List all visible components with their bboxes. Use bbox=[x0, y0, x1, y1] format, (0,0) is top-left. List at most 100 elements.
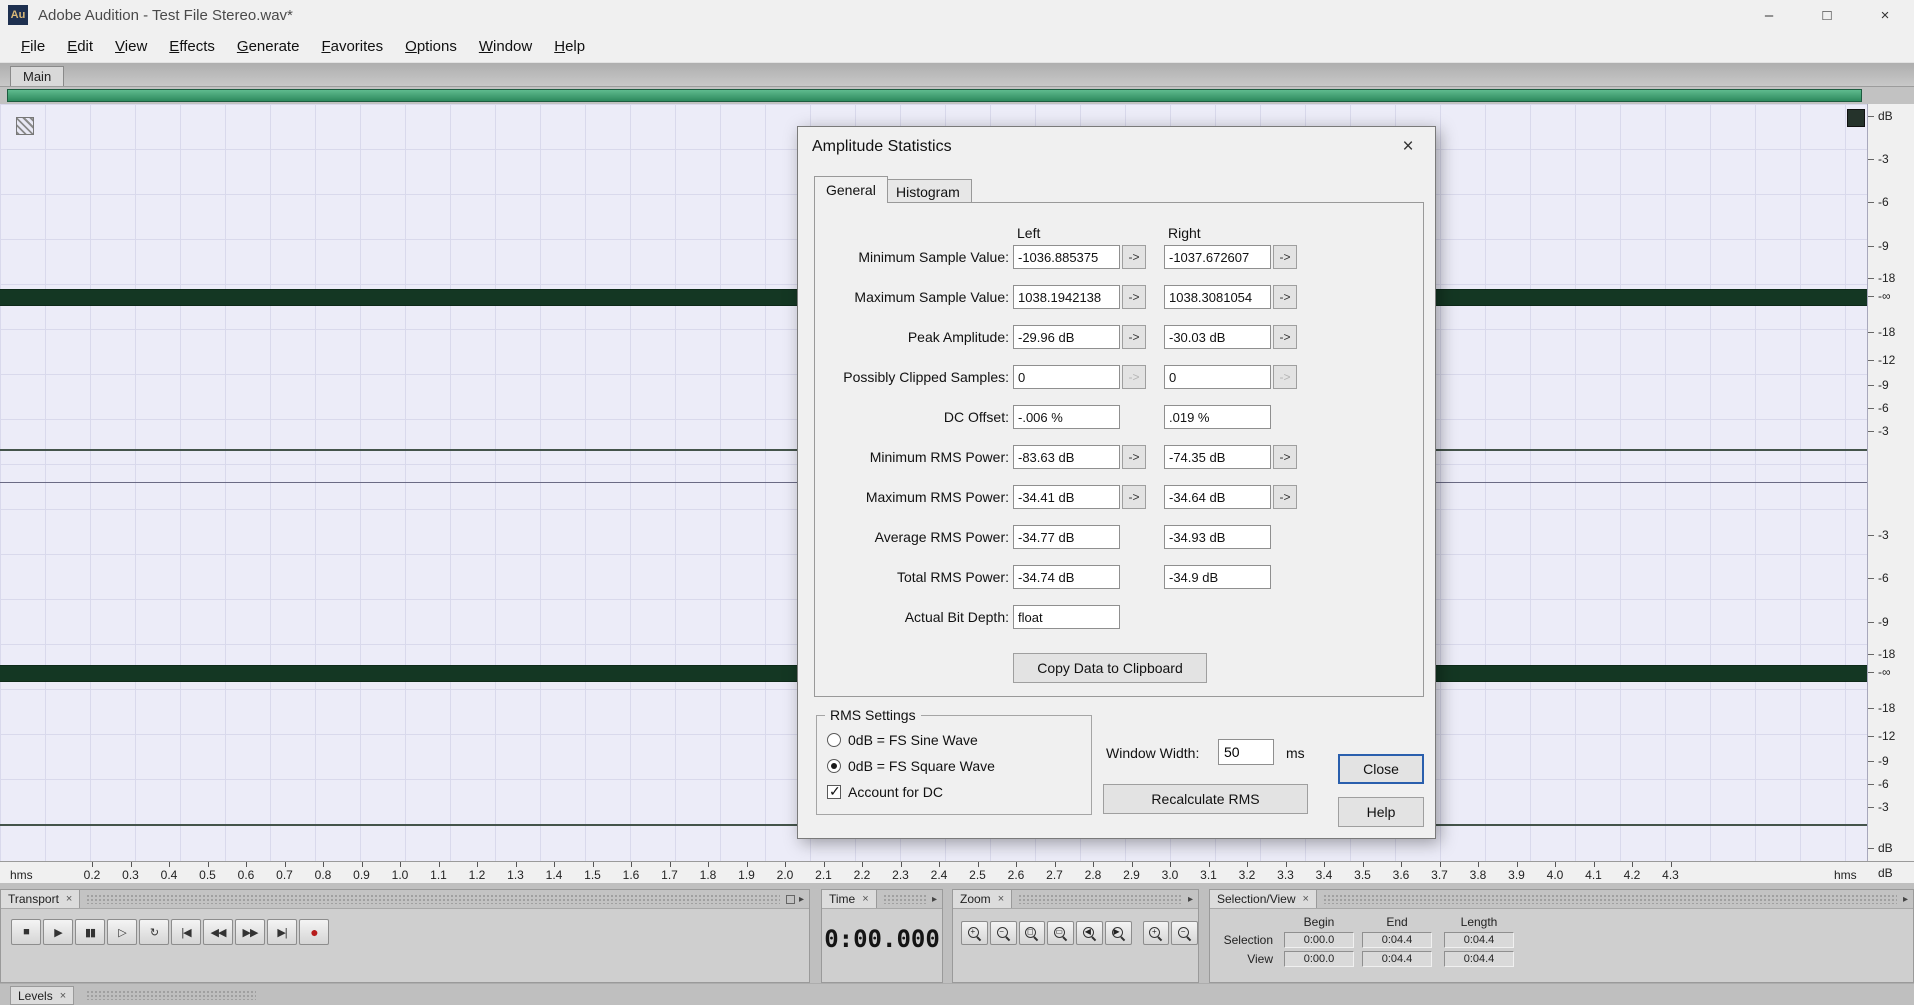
stat-value-left[interactable]: float bbox=[1013, 605, 1120, 629]
goto-arrow-button-right[interactable]: -> bbox=[1273, 445, 1297, 469]
goto-arrow-button-right[interactable]: -> bbox=[1273, 325, 1297, 349]
stat-value-right[interactable]: -30.03 dB bbox=[1164, 325, 1271, 349]
stat-value-right[interactable]: -34.64 dB bbox=[1164, 485, 1271, 509]
stat-value-left[interactable]: -.006 % bbox=[1013, 405, 1120, 429]
stat-value-right[interactable]: -34.9 dB bbox=[1164, 565, 1271, 589]
go-to-beginning-button[interactable]: |◀ bbox=[171, 919, 201, 945]
stat-value-left[interactable]: 1038.1942138 bbox=[1013, 285, 1120, 309]
panel-close-icon[interactable]: × bbox=[60, 990, 66, 1002]
view-end-value[interactable]: 0:04.4 bbox=[1362, 951, 1432, 967]
menu-effects[interactable]: Effects bbox=[158, 33, 226, 60]
zoom-in-right-edge-button[interactable]: ▶ bbox=[1105, 921, 1132, 945]
dialog-close-icon[interactable]: × bbox=[1393, 133, 1423, 161]
stat-value-right[interactable]: .019 % bbox=[1164, 405, 1271, 429]
zoom-in-horizontal-button[interactable]: + bbox=[961, 921, 988, 945]
tab-general[interactable]: General bbox=[814, 176, 888, 203]
goto-arrow-button-left[interactable]: -> bbox=[1122, 485, 1146, 509]
stat-value-left[interactable]: -34.74 dB bbox=[1013, 565, 1120, 589]
panel-drag-grip[interactable] bbox=[1018, 894, 1182, 904]
stat-value-left[interactable]: -34.41 dB bbox=[1013, 485, 1120, 509]
panel-menu-icon[interactable]: ▸ bbox=[1903, 894, 1908, 905]
rewind-button[interactable]: ◀◀ bbox=[203, 919, 233, 945]
dialog-close-button[interactable]: Close bbox=[1338, 754, 1424, 784]
menu-edit[interactable]: Edit bbox=[56, 33, 104, 60]
panel-menu-icon[interactable]: ▸ bbox=[932, 894, 937, 905]
window-width-input[interactable] bbox=[1218, 739, 1274, 765]
goto-arrow-button-right[interactable]: -> bbox=[1273, 485, 1297, 509]
goto-arrow-button-left[interactable]: -> bbox=[1122, 325, 1146, 349]
goto-arrow-button-right[interactable]: -> bbox=[1273, 285, 1297, 309]
view-length-value[interactable]: 0:04.4 bbox=[1444, 951, 1514, 967]
panel-menu-icon[interactable]: ▸ bbox=[1188, 894, 1193, 905]
panel-drag-grip[interactable] bbox=[1323, 894, 1897, 904]
zoom-to-selection-button[interactable]: ▭ bbox=[1047, 921, 1074, 945]
timeline-ruler[interactable]: hms hms 0.20.30.40.50.60.70.80.91.01.11.… bbox=[0, 861, 1868, 883]
fast-forward-button[interactable]: ▶▶ bbox=[235, 919, 265, 945]
zoom-out-full-button[interactable]: ◻ bbox=[1019, 921, 1046, 945]
menu-view[interactable]: View bbox=[104, 33, 158, 60]
recalculate-rms-button[interactable]: Recalculate RMS bbox=[1103, 784, 1308, 814]
record-button[interactable]: ● bbox=[299, 919, 329, 945]
transport-panel-tab[interactable]: Transport × bbox=[1, 890, 80, 908]
tab-histogram[interactable]: Histogram bbox=[884, 179, 972, 203]
copy-data-to-clipboard-button[interactable]: Copy Data to Clipboard bbox=[1013, 653, 1207, 683]
panel-close-icon[interactable]: × bbox=[66, 893, 72, 905]
stat-value-right[interactable]: 0 bbox=[1164, 365, 1271, 389]
panel-close-icon[interactable]: × bbox=[998, 893, 1004, 905]
close-icon[interactable]: × bbox=[1856, 0, 1914, 30]
selection-handle-top-right-icon[interactable] bbox=[1847, 109, 1865, 127]
view-begin-value[interactable]: 0:00.0 bbox=[1284, 951, 1354, 967]
panel-drag-grip[interactable] bbox=[86, 894, 780, 904]
stat-value-right[interactable]: 1038.3081054 bbox=[1164, 285, 1271, 309]
radio-fs-sine-wave[interactable]: 0dB = FS Sine Wave bbox=[827, 732, 978, 748]
selection-begin-value[interactable]: 0:00.0 bbox=[1284, 932, 1354, 948]
stat-value-right[interactable]: -34.93 dB bbox=[1164, 525, 1271, 549]
goto-arrow-button-right[interactable]: -> bbox=[1273, 365, 1297, 389]
radio-fs-square-wave[interactable]: 0dB = FS Square Wave bbox=[827, 758, 995, 774]
play-looped-button[interactable]: ↻ bbox=[139, 919, 169, 945]
stat-value-left[interactable]: -1036.885375 bbox=[1013, 245, 1120, 269]
checkbox-account-for-dc[interactable]: Account for DC bbox=[827, 784, 943, 800]
goto-arrow-button-left[interactable]: -> bbox=[1122, 365, 1146, 389]
zoom-out-vertical-button[interactable]: − bbox=[1171, 921, 1198, 945]
stat-value-left[interactable]: 0 bbox=[1013, 365, 1120, 389]
panel-menu-icon[interactable]: ▸ bbox=[799, 894, 804, 905]
levels-panel-tab[interactable]: Levels × bbox=[10, 986, 74, 1005]
panel-close-icon[interactable]: × bbox=[862, 893, 868, 905]
maximize-icon[interactable]: □ bbox=[1798, 0, 1856, 30]
menu-favorites[interactable]: Favorites bbox=[310, 33, 394, 60]
overview-navigator-bar[interactable] bbox=[7, 89, 1862, 102]
stat-value-right[interactable]: -74.35 dB bbox=[1164, 445, 1271, 469]
go-to-end-button[interactable]: ▶| bbox=[267, 919, 297, 945]
selection-length-value[interactable]: 0:04.4 bbox=[1444, 932, 1514, 948]
zoom-in-vertical-button[interactable]: + bbox=[1143, 921, 1170, 945]
panel-drag-grip[interactable] bbox=[86, 990, 256, 1000]
vertical-db-ruler[interactable]: dB-3-6-9-18-∞-18-12-9-6-3-3-6-9-18-∞-18-… bbox=[1868, 104, 1914, 861]
panel-drag-grip[interactable] bbox=[883, 894, 926, 904]
stop-button[interactable]: ■ bbox=[11, 919, 41, 945]
goto-arrow-button-right[interactable]: -> bbox=[1273, 245, 1297, 269]
stat-value-left[interactable]: -34.77 dB bbox=[1013, 525, 1120, 549]
goto-arrow-button-left[interactable]: -> bbox=[1122, 285, 1146, 309]
zoom-out-horizontal-button[interactable]: − bbox=[990, 921, 1017, 945]
menu-file[interactable]: File bbox=[10, 33, 56, 60]
goto-arrow-button-left[interactable]: -> bbox=[1122, 245, 1146, 269]
panel-close-icon[interactable]: × bbox=[1303, 893, 1309, 905]
selection-end-value[interactable]: 0:04.4 bbox=[1362, 932, 1432, 948]
stat-value-right[interactable]: -1037.672607 bbox=[1164, 245, 1271, 269]
menu-generate[interactable]: Generate bbox=[226, 33, 311, 60]
menu-options[interactable]: Options bbox=[394, 33, 468, 60]
tab-main[interactable]: Main bbox=[10, 66, 64, 86]
selection-view-panel-tab[interactable]: Selection/View × bbox=[1210, 890, 1317, 908]
time-panel-tab[interactable]: Time × bbox=[822, 890, 877, 908]
zoom-panel-tab[interactable]: Zoom × bbox=[953, 890, 1012, 908]
panel-maximize-icon[interactable] bbox=[786, 895, 795, 904]
goto-arrow-button-left[interactable]: -> bbox=[1122, 445, 1146, 469]
play-button[interactable]: ▶ bbox=[43, 919, 73, 945]
menu-window[interactable]: Window bbox=[468, 33, 543, 60]
menu-help[interactable]: Help bbox=[543, 33, 596, 60]
zoom-in-left-edge-button[interactable]: ◀ bbox=[1076, 921, 1103, 945]
stat-value-left[interactable]: -83.63 dB bbox=[1013, 445, 1120, 469]
stat-value-left[interactable]: -29.96 dB bbox=[1013, 325, 1120, 349]
minimize-icon[interactable]: – bbox=[1740, 0, 1798, 30]
